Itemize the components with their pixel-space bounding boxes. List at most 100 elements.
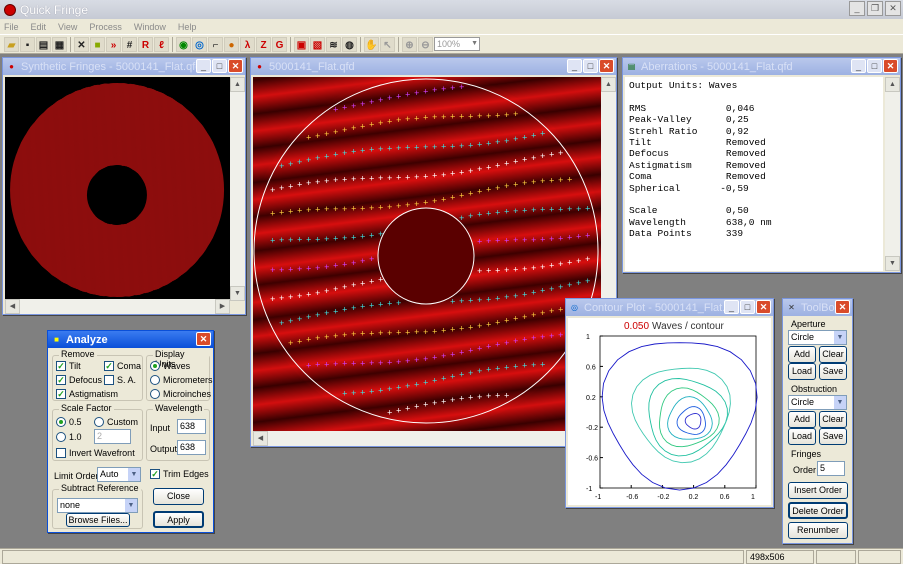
aperture-save-button[interactable]: Save: [819, 363, 847, 380]
browse-files-button[interactable]: Browse Files...: [66, 513, 130, 527]
close-button[interactable]: ✕: [228, 59, 243, 73]
print-icon[interactable]: ▤: [36, 36, 51, 52]
capture-icon[interactable]: ▧: [310, 36, 325, 52]
subtract-reference-select[interactable]: none: [57, 498, 138, 513]
astigmatism-checkbox[interactable]: ✓ Astigmatism: [56, 389, 118, 399]
hand-icon[interactable]: ✋: [364, 36, 379, 52]
close-button[interactable]: ✕: [756, 300, 771, 314]
fringe-icon[interactable]: ◎: [192, 36, 207, 52]
aperture-icon[interactable]: ◉: [176, 36, 191, 52]
menu-bar: File Edit View Process Window Help: [0, 19, 903, 34]
fringe-point: +: [477, 140, 482, 150]
close-button[interactable]: ✕: [599, 59, 614, 73]
delete-order-button[interactable]: Delete Order: [788, 502, 848, 519]
menu-view[interactable]: View: [58, 22, 77, 32]
scale-05-radio[interactable]: 0.5: [56, 417, 82, 427]
image-icon[interactable]: ■: [90, 36, 105, 52]
r-icon[interactable]: R: [138, 36, 153, 52]
custom-scale-input[interactable]: 2: [94, 429, 131, 444]
fringe-point: +: [414, 356, 419, 366]
waves-radio[interactable]: Waves: [150, 361, 190, 371]
globe-icon[interactable]: ◍: [342, 36, 357, 52]
maximize-button[interactable]: □: [583, 59, 598, 73]
trim-edges-checkbox[interactable]: ✓ Trim Edges: [150, 469, 209, 479]
open-icon[interactable]: ▰: [4, 36, 19, 52]
zoom-out-icon[interactable]: ⊖: [418, 36, 433, 52]
insert-order-button[interactable]: Insert Order: [788, 482, 848, 499]
aperture-load-button[interactable]: Load: [788, 363, 816, 380]
microinches-radio[interactable]: Microinches: [150, 389, 211, 399]
limit-order-select[interactable]: Auto: [97, 467, 141, 482]
app-close-button[interactable]: ✕: [885, 1, 901, 16]
close-button[interactable]: ✕: [835, 300, 850, 314]
fringe-point: +: [486, 209, 491, 219]
x-tick-label: -0.2: [657, 494, 669, 501]
synthetic-fringes-title-bar[interactable]: ● Synthetic Fringes - 5000141_Flat.qfd _…: [3, 58, 245, 75]
zoom-in-icon[interactable]: ⊕: [402, 36, 417, 52]
tilt-checkbox[interactable]: ✓ Tilt: [56, 361, 81, 371]
lambda-icon[interactable]: λ: [240, 36, 255, 52]
grid-icon[interactable]: #: [122, 36, 137, 52]
apply-button[interactable]: Apply: [153, 511, 204, 528]
minimize-button[interactable]: _: [724, 300, 739, 314]
sigma-icon[interactable]: ℓ: [154, 36, 169, 52]
maximize-button[interactable]: □: [867, 59, 882, 73]
obstruction-clear-button[interactable]: Clear: [819, 411, 847, 428]
save-icon[interactable]: ▪: [20, 36, 35, 52]
z-icon[interactable]: Z: [256, 36, 271, 52]
menu-file[interactable]: File: [4, 22, 19, 32]
menu-help[interactable]: Help: [178, 22, 197, 32]
sa-checkbox[interactable]: S. A.: [104, 375, 136, 385]
fringe-point: +: [351, 233, 356, 243]
invert-wavefront-checkbox[interactable]: Invert Wavefront: [56, 448, 135, 458]
close-button[interactable]: ✕: [196, 332, 211, 346]
app-restore-button[interactable]: ❐: [867, 1, 883, 16]
scale-custom-radio[interactable]: Custom: [94, 417, 138, 427]
wavelength-input-field[interactable]: 638: [177, 419, 206, 434]
wavelength-output-field[interactable]: 638: [177, 440, 206, 455]
obstruction-load-button[interactable]: Load: [788, 428, 816, 445]
menu-window[interactable]: Window: [134, 22, 166, 32]
tools-icon[interactable]: ✕: [74, 36, 89, 52]
print-preview-icon[interactable]: ▦: [52, 36, 67, 52]
aperture-add-button[interactable]: Add: [788, 346, 816, 363]
fringe-point: +: [567, 281, 572, 291]
defocus-checkbox[interactable]: ✓ Defocus: [56, 375, 102, 385]
close-button[interactable]: ✕: [883, 59, 898, 73]
menu-process[interactable]: Process: [89, 22, 122, 32]
scale-10-radio[interactable]: 1.0: [56, 432, 82, 442]
sphere-icon[interactable]: ●: [224, 36, 239, 52]
obstruction-add-button[interactable]: Add: [788, 411, 816, 428]
minimize-button[interactable]: _: [196, 59, 211, 73]
fringe-point: +: [459, 83, 464, 93]
aperture-select[interactable]: Circle: [788, 330, 847, 345]
g-icon[interactable]: G: [272, 36, 287, 52]
toolbox-title-bar[interactable]: ✕ ToolBox ✕: [783, 299, 852, 316]
aberrations-title-bar[interactable]: ▤ Aberrations - 5000141_Flat.qfd _ □ ✕: [623, 58, 900, 75]
contour-plot-title-bar[interactable]: ◎ Contour Plot - 5000141_Flat.... _ □ ✕: [566, 299, 773, 316]
renumber-button[interactable]: Renumber: [788, 522, 848, 539]
aperture-clear-button[interactable]: Clear: [819, 346, 847, 363]
interferogram-canvas[interactable]: + + + + + + + + + + + + + + + + + + + + + + + + + + + + + + + + + + + + + + + +…: [253, 77, 601, 433]
minimize-button[interactable]: _: [567, 59, 582, 73]
obstruction-select[interactable]: Circle: [788, 395, 847, 410]
coma-checkbox[interactable]: ✓ Coma: [104, 361, 141, 371]
app-minimize-button[interactable]: _: [849, 1, 865, 16]
menu-edit[interactable]: Edit: [31, 22, 47, 32]
close-button-analyze[interactable]: Close: [153, 488, 204, 505]
chart-icon[interactable]: ⌐: [208, 36, 223, 52]
obstruction-save-button[interactable]: Save: [819, 428, 847, 445]
zoom-select[interactable]: 100%: [434, 37, 480, 51]
analyze-title-bar[interactable]: ■ Analyze ✕: [48, 331, 213, 348]
order-spinner[interactable]: 5: [817, 461, 845, 476]
main-fringe-title-bar[interactable]: ● 5000141_Flat.qfd _ □ ✕: [251, 58, 616, 75]
pointer-icon[interactable]: ↖: [380, 36, 395, 52]
maximize-button[interactable]: □: [740, 300, 755, 314]
transfer-icon[interactable]: »: [106, 36, 121, 52]
micrometers-radio[interactable]: Micrometers: [150, 375, 213, 385]
wave-icon[interactable]: ≋: [326, 36, 341, 52]
minimize-button[interactable]: _: [851, 59, 866, 73]
fringe-point: +: [360, 100, 365, 110]
camera-icon[interactable]: ▣: [294, 36, 309, 52]
maximize-button[interactable]: □: [212, 59, 227, 73]
